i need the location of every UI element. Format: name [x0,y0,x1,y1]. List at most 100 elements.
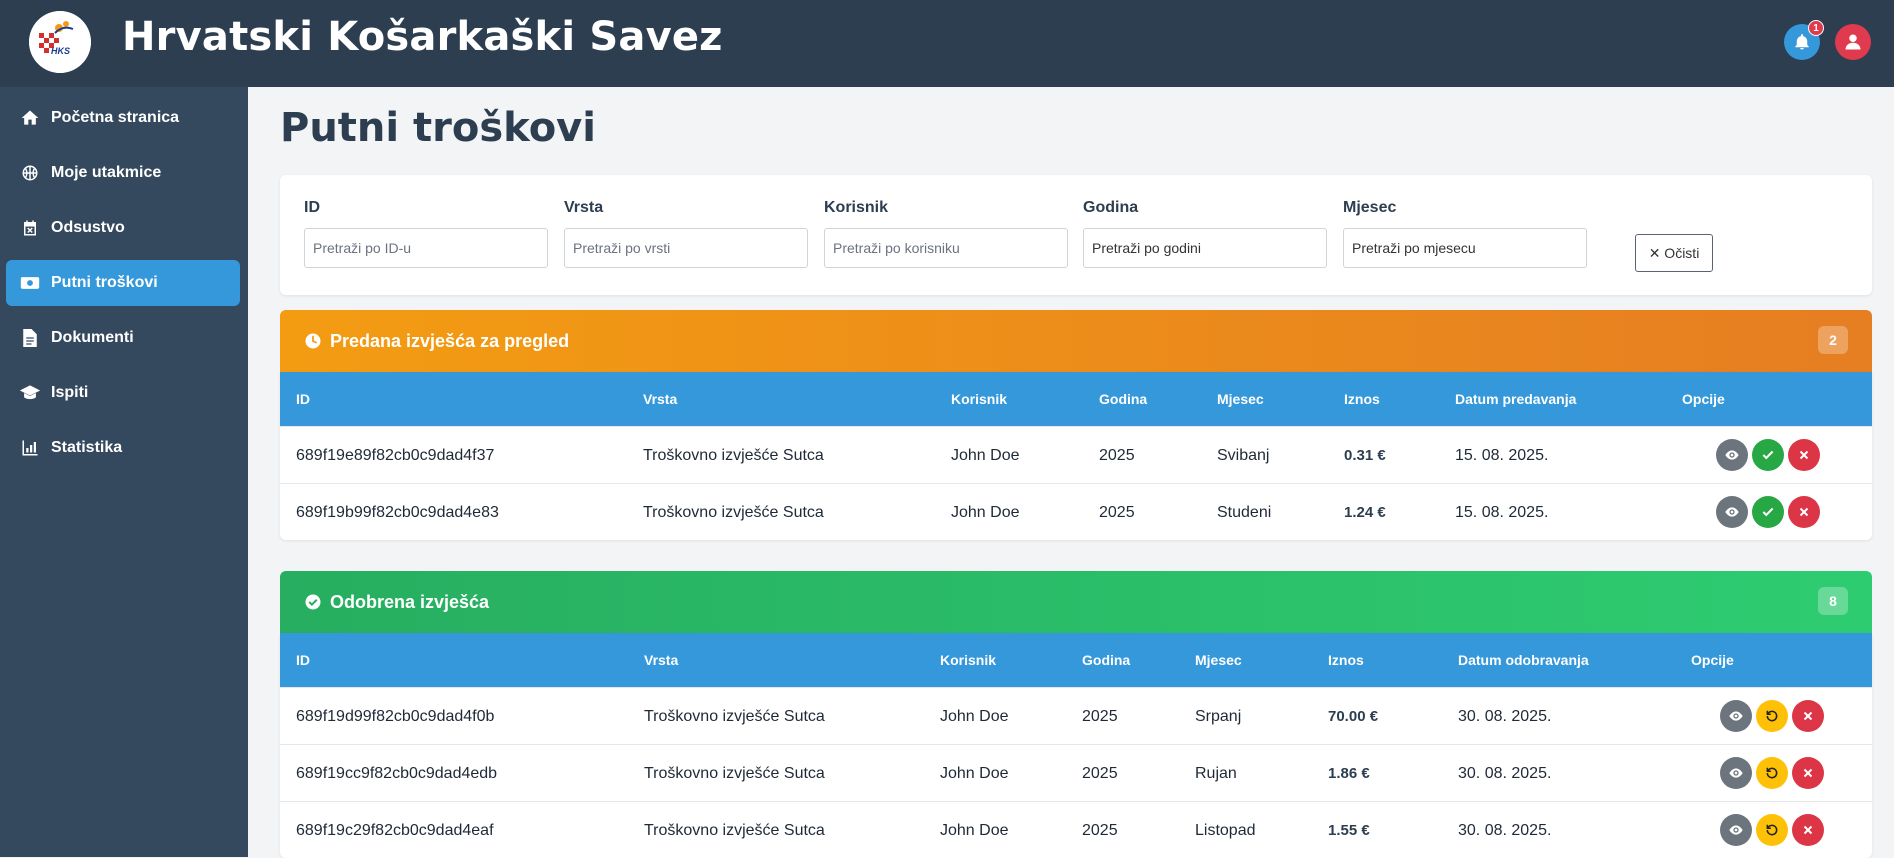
reject-button[interactable] [1792,757,1824,789]
cell-godina: 2025 [1082,765,1118,782]
notification-count-badge: 1 [1808,20,1824,36]
cell-id: 689f19cc9f82cb0c9dad4edb [296,765,498,782]
cell-datum: 30. 08. 2025. [1458,708,1552,725]
sidebar-item-putni-troskovi[interactable]: Putni troškovi [6,260,240,306]
cell-iznos: 1.55 € [1328,822,1370,839]
cell-korisnik: John Doe [951,504,1020,521]
view-button[interactable] [1720,700,1752,732]
filter-vrsta-label: Vrsta [564,199,604,216]
cell-godina: 2025 [1099,504,1135,521]
filter-mjesec-input[interactable] [1343,228,1587,268]
reject-button[interactable] [1792,814,1824,846]
filter-mjesec-label: Mjesec [1343,199,1397,216]
filter-id-input[interactable] [304,228,548,268]
cell-datum: 30. 08. 2025. [1458,822,1552,839]
cell-vrsta: Troškovno izvješće Sutca [644,708,825,725]
cell-godina: 2025 [1082,708,1118,725]
hks-logo[interactable] [29,11,91,73]
reject-button[interactable] [1788,496,1820,528]
view-button[interactable] [1716,439,1748,471]
cell-id: 689f19d99f82cb0c9dad4f0b [296,708,495,725]
filter-vrsta-input[interactable] [564,228,808,268]
undo-icon [1766,767,1778,779]
col-vrsta: Vrsta [644,652,679,668]
filter-korisnik-input[interactable] [824,228,1068,268]
approve-button[interactable] [1752,439,1784,471]
cell-iznos: 1.24 € [1344,504,1386,521]
sidebar-item-label: Moje utakmice [51,164,162,181]
cell-iznos: 70.00 € [1328,708,1379,725]
cell-mjesec: Studeni [1217,504,1272,521]
sidebar-item-statistika[interactable]: Statistika [6,425,240,471]
cell-vrsta: Troškovno izvješće Sutca [643,504,824,521]
close-icon [1803,768,1813,778]
view-button[interactable] [1720,757,1752,789]
user-menu-button[interactable] [1835,24,1871,60]
col-godina: Godina [1082,652,1131,668]
filter-vrsta: Vrsta [564,199,808,268]
clear-filters-button[interactable]: ✕ Očisti [1635,234,1713,272]
row-actions [1720,700,1824,732]
money-icon [19,272,41,294]
sidebar-item-dokumenti[interactable]: Dokumenti [6,315,240,361]
document-icon [19,327,41,349]
revert-button[interactable] [1756,757,1788,789]
notifications-button[interactable]: 1 [1784,20,1824,60]
col-vrsta: Vrsta [643,391,678,407]
col-datum: Datum predavanja [1455,391,1577,407]
filter-id-label: ID [304,199,320,216]
cell-datum: 30. 08. 2025. [1458,765,1552,782]
view-button[interactable] [1720,814,1752,846]
logo-text: HKS [51,46,71,56]
table-row: 689f19e89f82cb0c9dad4f37 Troškovno izvje… [280,426,1872,483]
main-content: Putni troškovi ID Vrsta Korisnik Godina … [248,87,1894,858]
undo-icon [1766,710,1778,722]
cell-godina: 2025 [1099,447,1135,464]
sidebar-item-label: Putni troškovi [51,274,158,291]
revert-button[interactable] [1756,700,1788,732]
sidebar-item-ispiti[interactable]: Ispiti [6,370,240,416]
filter-godina-input[interactable] [1083,228,1327,268]
view-button[interactable] [1716,496,1748,528]
sidebar-item-odsustvo[interactable]: Odsustvo [6,205,240,251]
sidebar-item-utakmice[interactable]: Moje utakmice [6,150,240,196]
filter-korisnik: Korisnik [824,199,1068,268]
filter-id: ID [304,199,548,268]
page-title: Putni troškovi [280,105,596,151]
pending-table: ID Vrsta Korisnik Godina Mjesec Iznos Da… [280,372,1872,540]
col-godina: Godina [1099,391,1148,407]
table-row: 689f19b99f82cb0c9dad4e83 Troškovno izvje… [280,483,1872,540]
cell-vrsta: Troškovno izvješće Sutca [643,447,824,464]
cell-iznos: 1.86 € [1328,765,1370,782]
filter-godina-label: Godina [1083,199,1139,216]
filter-godina: Godina [1083,199,1327,268]
eye-icon [1729,711,1743,721]
reject-button[interactable] [1792,700,1824,732]
cell-vrsta: Troškovno izvješće Sutca [644,822,825,839]
sidebar-item-label: Početna stranica [51,109,180,126]
approved-table: ID Vrsta Korisnik Godina Mjesec Iznos Da… [280,633,1872,858]
pending-table-header: ID Vrsta Korisnik Godina Mjesec Iznos Da… [280,372,1872,426]
cell-korisnik: John Doe [951,447,1020,464]
row-actions [1716,439,1820,471]
cell-id: 689f19e89f82cb0c9dad4f37 [296,447,495,464]
reject-button[interactable] [1788,439,1820,471]
sidebar-item-label: Statistika [51,439,123,456]
eye-icon [1729,825,1743,835]
sidebar-item-label: Dokumenti [51,329,134,346]
col-iznos: Iznos [1344,391,1380,407]
approve-button[interactable] [1752,496,1784,528]
undo-icon [1766,824,1778,836]
filter-card: ID Vrsta Korisnik Godina Mjesec ✕ Očisti [280,175,1872,295]
close-icon [1803,711,1813,721]
revert-button[interactable] [1756,814,1788,846]
col-mjesec: Mjesec [1217,391,1264,407]
cell-mjesec: Srpanj [1195,708,1242,725]
cell-korisnik: John Doe [940,708,1009,725]
cell-mjesec: Listopad [1195,822,1256,839]
cell-korisnik: John Doe [940,765,1009,782]
sidebar-item-pocetna[interactable]: Početna stranica [6,95,240,141]
col-opcije: Opcije [1691,652,1734,668]
eye-icon [1725,507,1739,517]
approved-count-badge: 8 [1818,587,1848,615]
